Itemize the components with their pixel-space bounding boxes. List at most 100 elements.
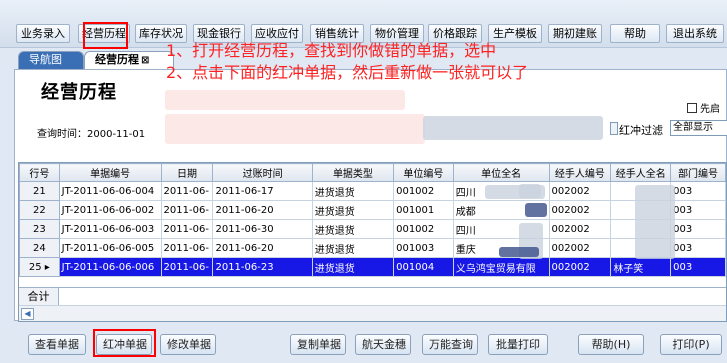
records-grid: 行号 单据编号 日期 过账时间 单据类型 单位编号 单位全名 经手人编号 经手人…: [18, 162, 727, 322]
table-cell: 进货退货: [311, 200, 395, 220]
column-header[interactable]: 过账时间: [212, 163, 313, 182]
table-cell: 2011-06-: [160, 257, 214, 277]
table-cell: JT-2011-06-06-002: [58, 200, 162, 220]
menu-business-entry[interactable]: 业务录入: [16, 24, 70, 43]
menu-help[interactable]: 帮助: [610, 24, 660, 43]
column-header[interactable]: 部门编号: [670, 163, 726, 182]
table-cell: 进货退货: [311, 219, 395, 239]
tab-navigation[interactable]: 导航图: [18, 51, 84, 69]
table-cell: 2011-06-30: [212, 219, 313, 239]
highlight-box-button: [93, 329, 156, 357]
table-cell: 002002: [548, 181, 612, 201]
highlight-box-menu: [83, 22, 128, 49]
table-cell: 林子笑: [610, 257, 672, 277]
table-cell: 进货退货: [311, 181, 395, 201]
table-cell: 001004: [393, 257, 454, 277]
table-cell: 003: [670, 181, 726, 201]
column-header[interactable]: 经手人全名: [610, 163, 672, 182]
scroll-left-icon[interactable]: ◀: [21, 308, 34, 320]
copy-document-button[interactable]: 复制单据: [290, 334, 346, 355]
table-cell: 2011-06-: [160, 219, 214, 239]
table-row[interactable]: 22 JT-2011-06-06-002 2011-06- 2011-06-20…: [19, 200, 726, 220]
close-icon[interactable]: ⊠: [141, 55, 149, 66]
table-cell: 001001: [393, 200, 454, 220]
annotation-step-1: 1、打开经营历程，查找到你做错的单据，选中: [166, 41, 497, 60]
blurred-region: [165, 114, 425, 144]
modify-document-button[interactable]: 修改单据: [160, 334, 216, 355]
checkbox-icon[interactable]: [687, 103, 697, 113]
column-header[interactable]: 日期: [160, 163, 214, 182]
tab-business-history-label: 经营历程: [95, 53, 139, 66]
row-number: 23: [19, 219, 60, 239]
row-number-text: 25: [28, 261, 42, 273]
table-cell: 2011-06-23: [212, 257, 313, 277]
help-button[interactable]: 帮助(H): [578, 334, 644, 355]
menu-exit[interactable]: 退出系统: [666, 24, 724, 43]
blurred-region: [499, 247, 539, 257]
row-number: 25 ▸: [19, 257, 60, 277]
blurred-region: [423, 116, 603, 140]
table-cell: 002002: [548, 219, 612, 239]
annotation-step-2: 2、点击下面的红冲单据，然后重新做一张就可以了: [166, 63, 529, 82]
column-header[interactable]: 单据类型: [311, 163, 395, 182]
row-number: 21: [19, 181, 60, 201]
total-row: 合计: [19, 287, 726, 306]
table-cell: 003: [670, 219, 726, 239]
menu-initial-accounts[interactable]: 期初建账: [548, 24, 602, 43]
view-document-button[interactable]: 查看单据: [28, 334, 86, 355]
table-cell: 2011-06-17: [212, 181, 313, 201]
table-cell: 001003: [393, 238, 454, 258]
blurred-region: [525, 203, 547, 217]
table-header-row: 行号 单据编号 日期 过账时间 单据类型 单位编号 单位全名 经手人编号 经手人…: [19, 163, 726, 182]
row-pointer-icon: ▸: [44, 261, 50, 273]
row-number: 22: [19, 200, 60, 220]
table-cell: JT-2011-06-06-004: [58, 181, 162, 201]
date-picker-button[interactable]: [610, 122, 618, 135]
table-cell: 进货退货: [311, 257, 395, 277]
table-cell: 义乌鸿宝贸易有限: [452, 257, 550, 277]
table-cell: 002002: [548, 257, 612, 277]
total-label: 合计: [19, 288, 59, 306]
table-cell: JT-2011-06-06-003: [58, 219, 162, 239]
table-cell: 2011-06-: [160, 181, 214, 201]
show-first-checkbox[interactable]: 先启: [687, 100, 720, 115]
table-cell: 001002: [393, 219, 454, 239]
table-cell: 003: [670, 257, 726, 277]
horizontal-scrollbar[interactable]: ◀: [19, 305, 726, 321]
blurred-region: [165, 90, 405, 110]
tab-navigation-label: 导航图: [29, 53, 62, 66]
records-table: 行号 单据编号 日期 过账时间 单据类型 单位编号 单位全名 经手人编号 经手人…: [19, 163, 726, 277]
column-header[interactable]: 行号: [19, 163, 60, 182]
column-header[interactable]: 经手人编号: [548, 163, 612, 182]
hangtian-button[interactable]: 航天金穗: [355, 334, 411, 355]
filter-label: 红冲过滤: [619, 124, 663, 137]
blurred-region: [485, 185, 545, 199]
table-row[interactable]: 23 JT-2011-06-06-003 2011-06- 2011-06-30…: [19, 219, 726, 239]
table-cell: 003: [670, 238, 726, 258]
query-time-label: 查询时间：2000-11-01: [37, 129, 146, 140]
table-cell: JT-2011-06-06-006: [58, 257, 162, 277]
column-header[interactable]: 单据编号: [58, 163, 162, 182]
table-cell: 2011-06-20: [212, 238, 313, 258]
tab-business-history[interactable]: 经营历程 ⊠: [84, 51, 174, 69]
checkbox-label: 先启: [700, 104, 720, 115]
row-number: 24: [19, 238, 60, 258]
table-row[interactable]: 21 JT-2011-06-06-004 2011-06- 2011-06-17…: [19, 181, 726, 201]
table-cell: 002002: [548, 200, 612, 220]
table-cell: 2011-06-20: [212, 200, 313, 220]
table-cell: 002002: [548, 238, 612, 258]
print-button[interactable]: 打印(P): [660, 334, 722, 355]
column-header[interactable]: 单位全名: [452, 163, 550, 182]
table-row-selected[interactable]: 25 ▸ JT-2011-06-06-006 2011-06- 2011-06-…: [19, 257, 726, 277]
table-cell: 2011-06-: [160, 238, 214, 258]
filter-select[interactable]: 全部显示: [670, 120, 727, 136]
table-cell: 进货退货: [311, 238, 395, 258]
batch-print-button[interactable]: 批量打印: [488, 334, 548, 355]
table-cell: 001002: [393, 181, 454, 201]
table-row[interactable]: 24 JT-2011-06-06-005 2011-06- 2011-06-20…: [19, 238, 726, 258]
universal-query-button[interactable]: 万能查询: [422, 334, 478, 355]
column-header[interactable]: 单位编号: [393, 163, 454, 182]
page-title: 经营历程: [41, 82, 117, 103]
blurred-region: [635, 185, 675, 259]
table-cell: 003: [670, 200, 726, 220]
